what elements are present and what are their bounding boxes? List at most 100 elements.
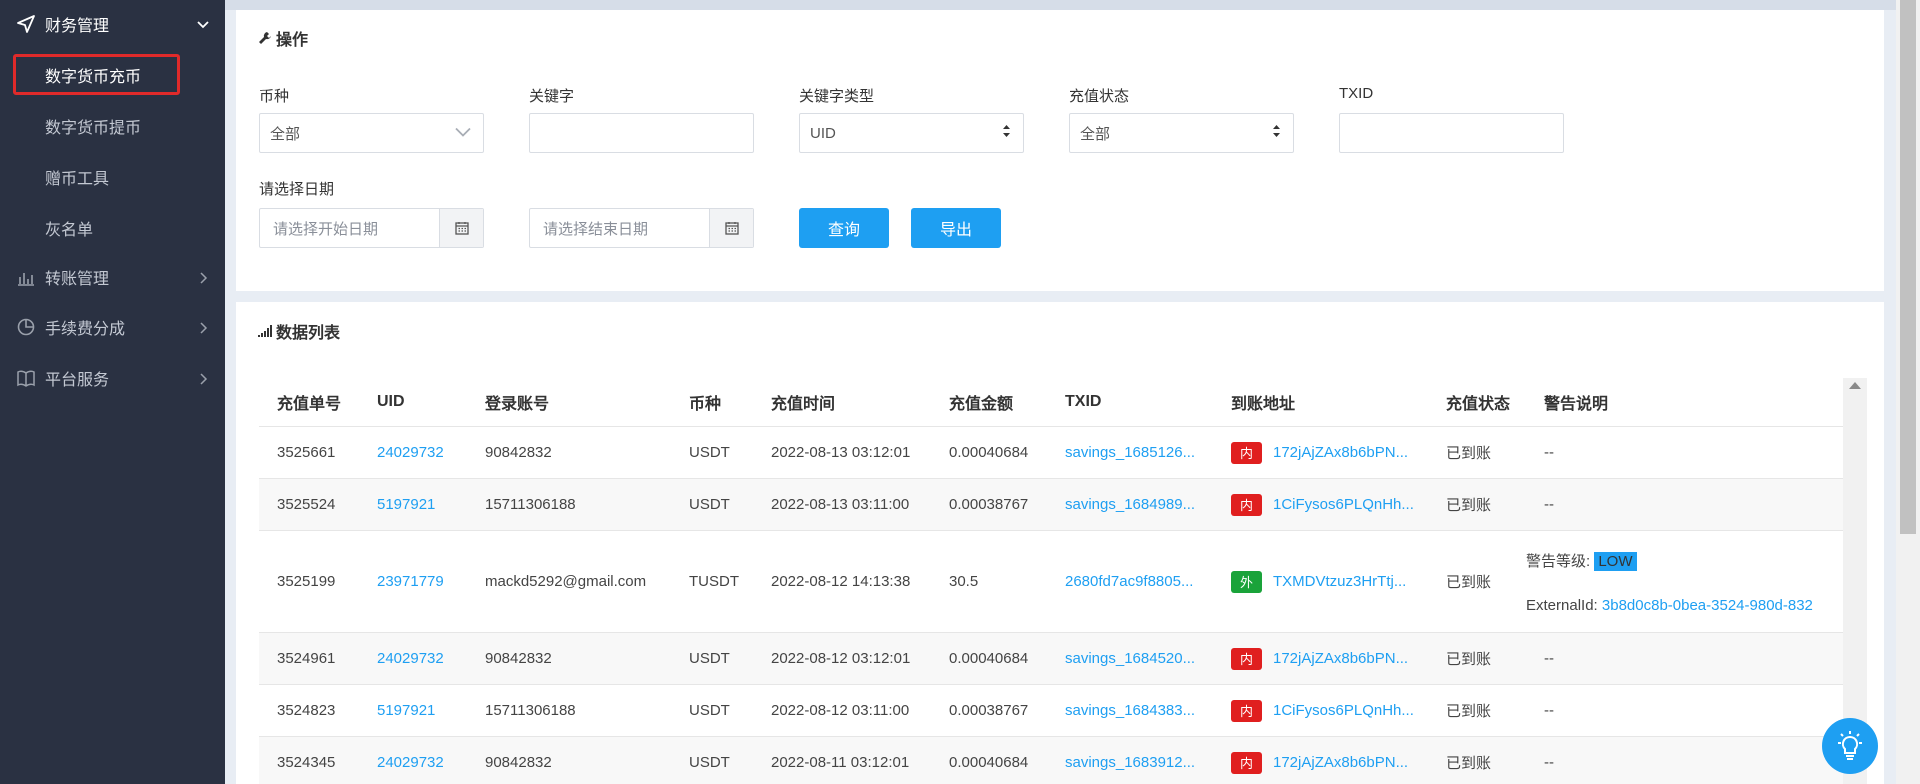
table-row: 3525661 24029732 90842832 USDT 2022-08-1… <box>259 426 1843 478</box>
address-cell: 内 172jAjZAx8b6bPN... <box>1213 647 1428 670</box>
address-link[interactable]: 172jAjZAx8b6bPN... <box>1273 753 1408 770</box>
deposit-time: 2022-08-13 03:11:00 <box>771 496 910 513</box>
address-link[interactable]: 172jAjZAx8b6bPN... <box>1273 649 1408 666</box>
amount: 0.00040684 <box>949 754 1029 771</box>
external-tag: 外 <box>1231 570 1262 593</box>
address-link[interactable]: 172jAjZAx8b6bPN... <box>1273 443 1408 460</box>
header-status: 充值状态 <box>1446 396 1511 413</box>
chevron-right-icon <box>197 372 209 385</box>
data-list-title-text: 数据列表 <box>276 325 341 342</box>
menu-group-fee-share[interactable]: 手续费分成 <box>0 303 225 351</box>
export-button[interactable]: 导出 <box>911 208 1001 248</box>
currency-select[interactable]: 全部 <box>259 113 484 153</box>
order-id: 3525199 <box>277 573 336 590</box>
internal-tag: 内 <box>1231 441 1262 464</box>
txid-link[interactable]: savings_1684383... <box>1047 702 1213 719</box>
bar-chart-icon <box>16 267 36 287</box>
status-select[interactable]: 全部 <box>1069 113 1294 153</box>
header-address: 到账地址 <box>1231 396 1296 413</box>
menu-group-finance[interactable]: 财务管理 <box>0 0 225 48</box>
page-scrollbar-thumb[interactable] <box>1900 0 1916 534</box>
header-coin: 币种 <box>689 396 722 413</box>
address-cell: 外 TXMDVtzuz3HrTtj... <box>1213 570 1428 593</box>
help-lightbulb-button[interactable] <box>1822 718 1878 774</box>
operations-title-text: 操作 <box>276 32 309 49</box>
address-link[interactable]: TXMDVtzuz3HrTtj... <box>1273 572 1406 589</box>
table-row: 3524823 5197921 15711306188 USDT 2022-08… <box>259 684 1843 736</box>
menu-group-transfer[interactable]: 转账管理 <box>0 253 225 301</box>
status: 已到账 <box>1446 651 1492 668</box>
menu-group-label: 转账管理 <box>45 271 110 288</box>
deposit-table: 充值单号 UID 登录账号 币种 充值时间 充值金额 TXID 到账地址 充值状… <box>259 378 1843 784</box>
txid-link[interactable]: 2680fd7ac9f8805... <box>1047 573 1213 590</box>
coin: TUSDT <box>689 573 739 590</box>
txid-link[interactable]: savings_1684520... <box>1047 650 1213 667</box>
order-id: 3525661 <box>277 444 336 461</box>
uid-link[interactable]: 24029732 <box>359 650 467 667</box>
external-id-link[interactable]: 3b8d0c8b-0bea-3524-980d-832 <box>1602 597 1813 614</box>
chevron-down-icon <box>197 18 209 30</box>
uid-link[interactable]: 5197921 <box>359 702 467 719</box>
header-txid: TXID <box>1065 393 1102 410</box>
txid-input[interactable] <box>1339 113 1564 153</box>
end-date-placeholder: 请选择结束日期 <box>543 220 649 238</box>
warning-level-line: 警告等级: LOW <box>1526 550 1843 571</box>
data-list-title: 数据列表 <box>258 319 340 343</box>
keyword-type-value: UID <box>810 124 836 142</box>
menu-group-platform-service[interactable]: 平台服务 <box>0 354 225 402</box>
account: 90842832 <box>485 650 552 667</box>
send-icon <box>16 14 36 34</box>
sidebar-item-gift-tool[interactable]: 赠币工具 <box>0 151 225 202</box>
keyword-type-select[interactable]: UID <box>799 113 1024 153</box>
signal-bars-icon <box>258 325 272 337</box>
chevron-right-icon <box>197 271 209 284</box>
uid-link[interactable]: 5197921 <box>359 496 467 513</box>
uid-link[interactable]: 24029732 <box>359 754 467 771</box>
lightbulb-icon <box>1838 731 1862 760</box>
status: 已到账 <box>1446 497 1492 514</box>
sort-arrows-icon <box>1272 124 1281 142</box>
status-select-value: 全部 <box>1080 125 1111 143</box>
order-id: 3524823 <box>277 702 336 719</box>
sidebar-item-crypto-deposit[interactable]: 数字货币充币 <box>0 49 225 100</box>
uid-link[interactable]: 24029732 <box>359 444 467 461</box>
warning: -- <box>1544 444 1554 461</box>
txid-link[interactable]: savings_1685126... <box>1047 444 1213 461</box>
operations-title: 操作 <box>258 26 308 50</box>
address-cell: 内 1CiFysos6PLQnHh... <box>1213 493 1428 516</box>
account: 15711306188 <box>485 702 576 719</box>
menu-group-label: 手续费分成 <box>45 321 126 338</box>
internal-tag: 内 <box>1231 493 1262 516</box>
uid-link[interactable]: 23971779 <box>359 573 467 590</box>
amount: 0.00038767 <box>949 702 1029 719</box>
table-row: 3524345 24029732 90842832 USDT 2022-08-1… <box>259 736 1843 784</box>
account: 90842832 <box>485 754 552 771</box>
txid-label: TXID <box>1339 85 1374 102</box>
top-strip <box>225 0 1920 10</box>
currency-select-value: 全部 <box>270 125 301 143</box>
amount: 0.00038767 <box>949 496 1029 513</box>
internal-tag: 内 <box>1231 647 1262 670</box>
calendar-icon[interactable] <box>439 209 483 247</box>
status-label: 充值状态 <box>1069 88 1130 105</box>
internal-tag: 内 <box>1231 699 1262 722</box>
chevron-down-icon <box>455 125 471 142</box>
address-link[interactable]: 1CiFysos6PLQnHh... <box>1273 495 1414 512</box>
address-link[interactable]: 1CiFysos6PLQnHh... <box>1273 701 1414 718</box>
calendar-icon[interactable] <box>709 209 753 247</box>
scroll-up-arrow-icon[interactable] <box>1849 382 1861 389</box>
page-scrollbar[interactable] <box>1896 0 1920 784</box>
coin: USDT <box>689 650 730 667</box>
sidebar-item-crypto-withdraw[interactable]: 数字货币提币 <box>0 100 225 151</box>
start-date-picker[interactable]: 请选择开始日期 <box>259 208 484 248</box>
query-button[interactable]: 查询 <box>799 208 889 248</box>
header-time: 充值时间 <box>771 396 836 413</box>
keyword-input[interactable] <box>529 113 754 153</box>
txid-link[interactable]: savings_1683912... <box>1047 754 1213 771</box>
header-warning: 警告说明 <box>1544 396 1609 413</box>
end-date-picker[interactable]: 请选择结束日期 <box>529 208 754 248</box>
txid-link[interactable]: savings_1684989... <box>1047 496 1213 513</box>
sidebar-item-graylist[interactable]: 灰名单 <box>0 202 225 253</box>
chevron-right-icon <box>197 321 209 334</box>
warning: -- <box>1544 650 1554 667</box>
